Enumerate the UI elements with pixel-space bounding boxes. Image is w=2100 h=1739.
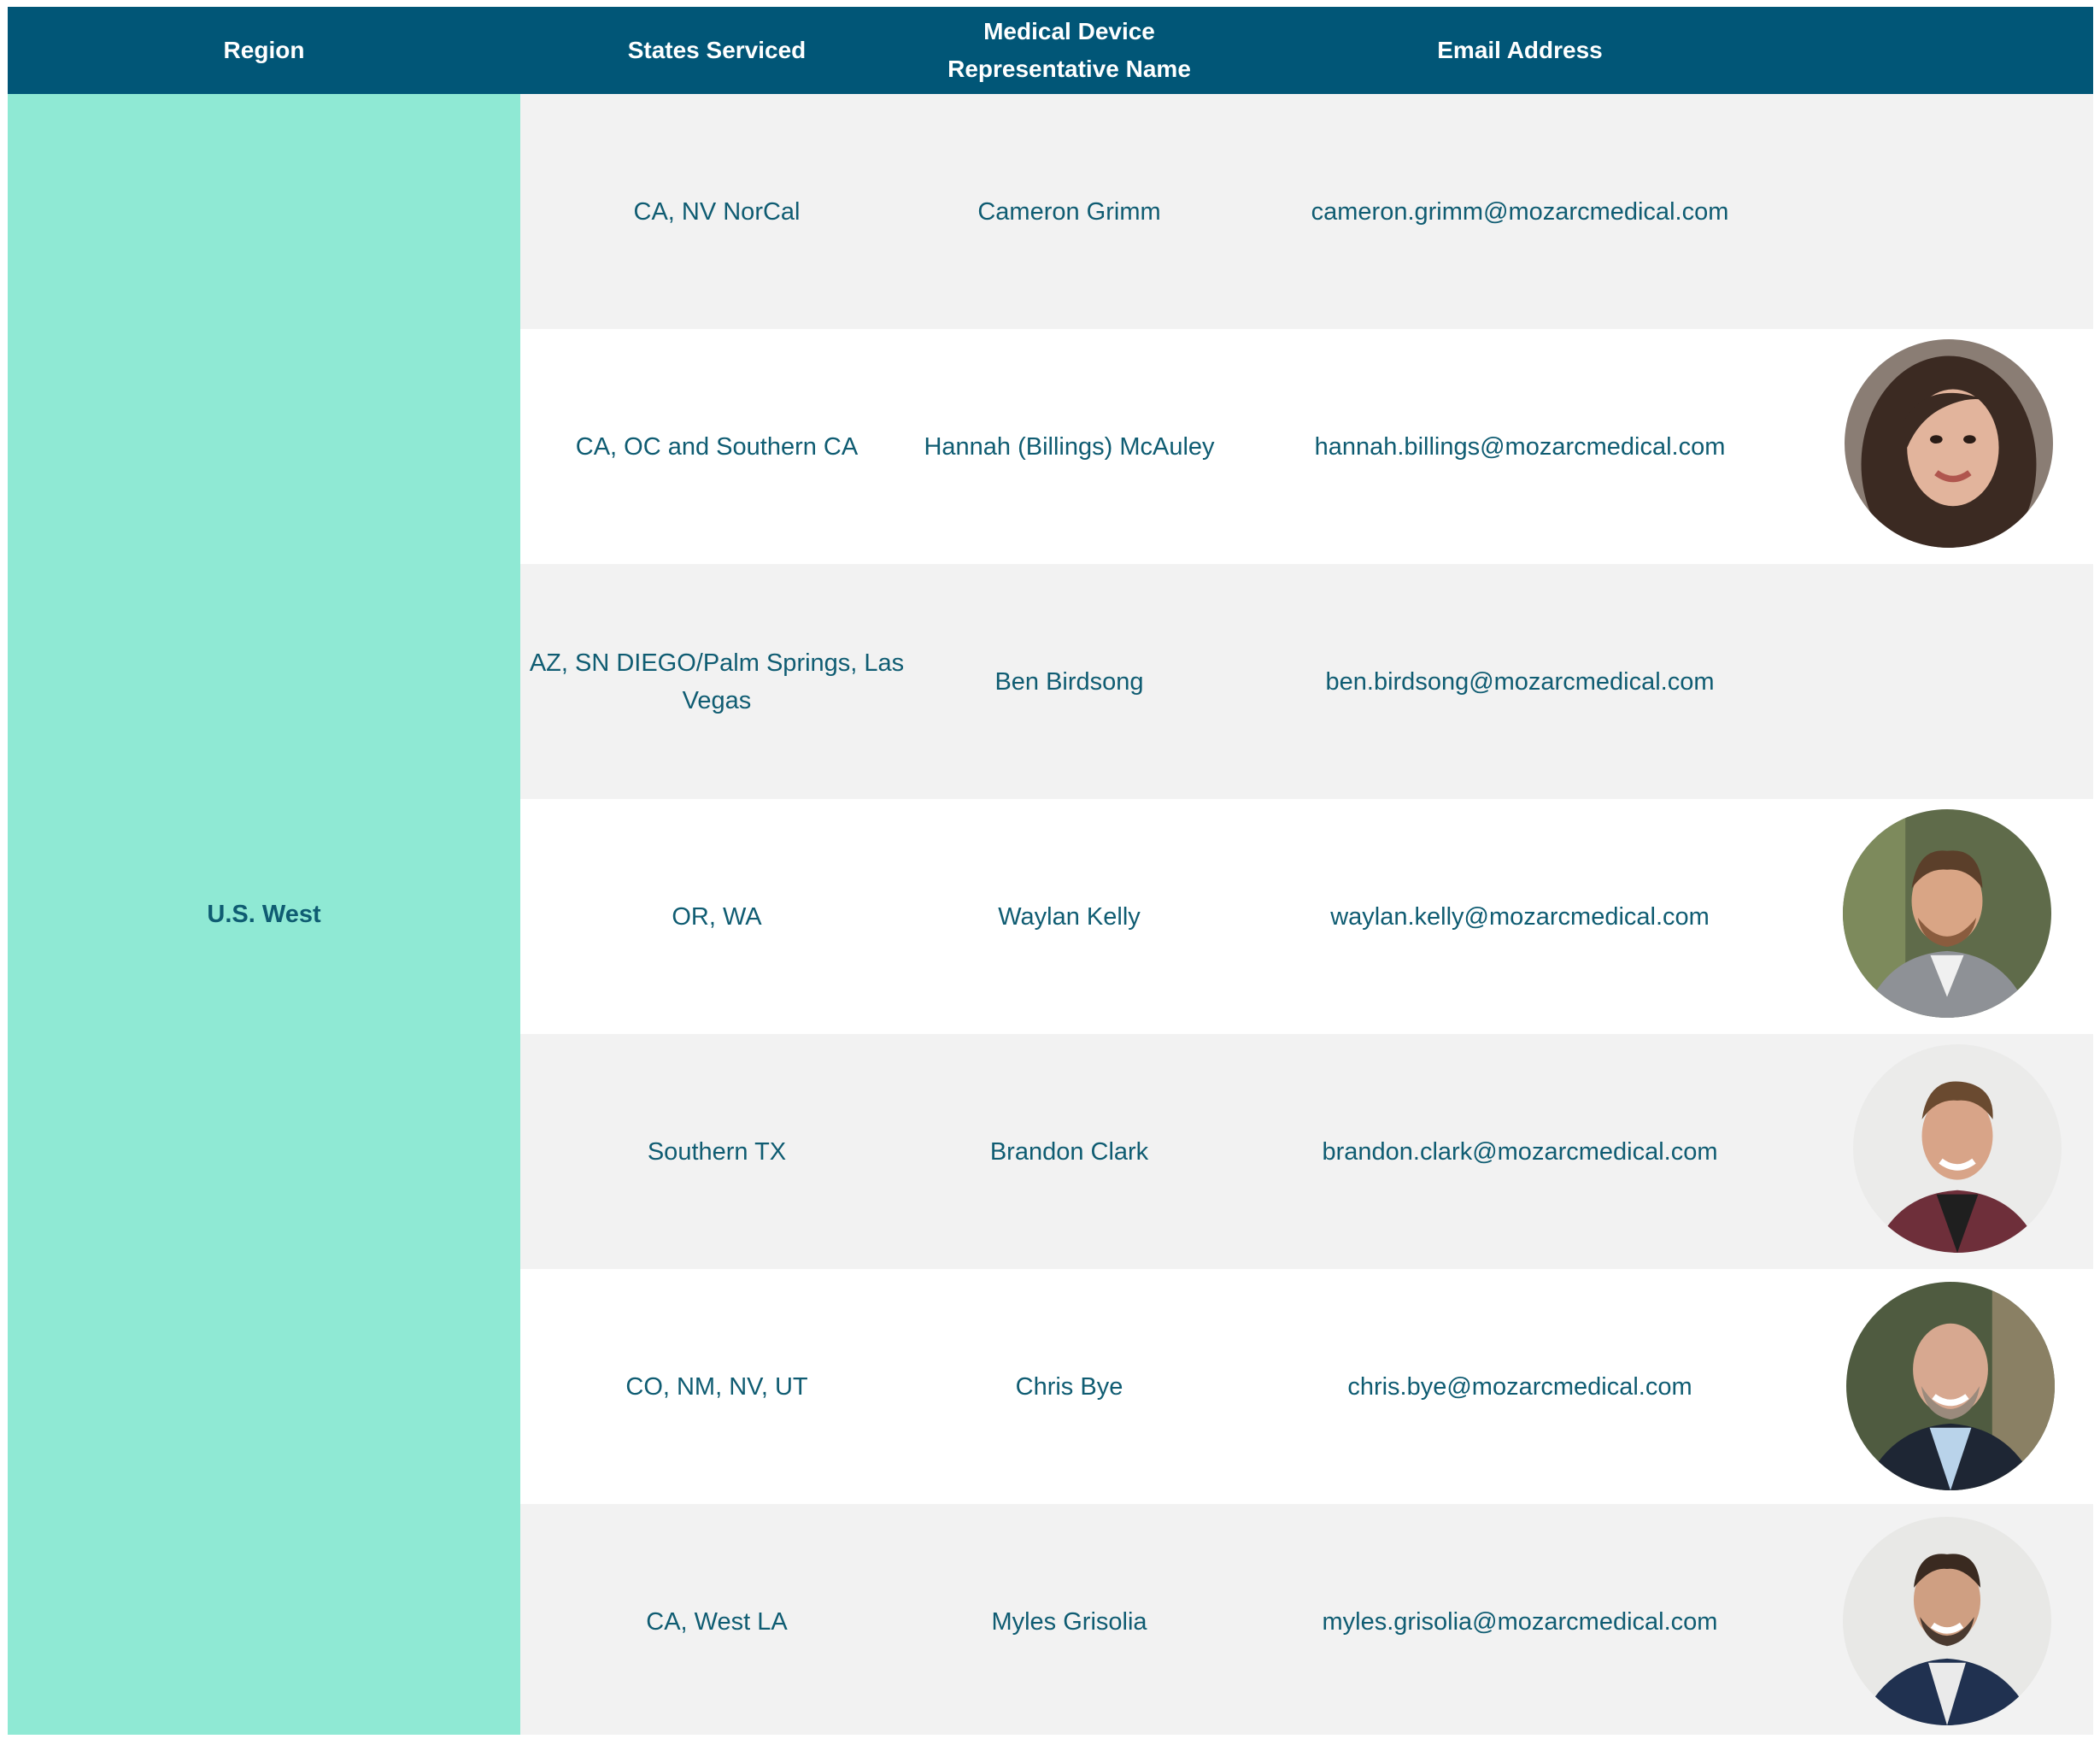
- states-cell: CA, West LA: [646, 1607, 788, 1636]
- avatar: [1843, 1517, 2051, 1725]
- region-cell: U.S. West: [8, 94, 520, 1735]
- states-cell: Southern TX: [647, 1137, 787, 1166]
- rep-name-cell: Hannah (Billings) McAuley: [924, 432, 1215, 461]
- states-cell: CO, NM, NV, UT: [625, 1372, 808, 1401]
- table-row: Southern TX Brandon Clark brandon.clark@…: [520, 1034, 2093, 1269]
- header-email: Email Address: [1437, 37, 1603, 63]
- rep-name-cell: Waylan Kelly: [998, 902, 1141, 931]
- header-states-serviced: States Serviced: [627, 37, 807, 63]
- states-cell: OR, WA: [672, 902, 762, 931]
- rep-name-cell: Chris Bye: [1015, 1372, 1123, 1401]
- table-row: OR, WA Waylan Kelly waylan.kelly@mozarcm…: [520, 799, 2093, 1034]
- email-cell[interactable]: chris.bye@mozarcmedical.com: [1225, 1269, 1815, 1504]
- rep-name-cell: Ben Birdsong: [994, 667, 1144, 696]
- table-row: CO, NM, NV, UT Chris Bye chris.bye@mozar…: [520, 1269, 2093, 1504]
- email-cell[interactable]: hannah.billings@mozarcmedical.com: [1225, 329, 1815, 564]
- rep-name-cell: Myles Grisolia: [991, 1607, 1147, 1636]
- avatar: [1843, 809, 2051, 1018]
- header-region: Region: [223, 37, 305, 63]
- table-row: CA, OC and Southern CA Hannah (Billings)…: [520, 329, 2093, 564]
- header-rep-line2: Representative Name: [947, 56, 1191, 82]
- email-cell[interactable]: myles.grisolia@mozarcmedical.com: [1225, 1504, 1815, 1739]
- email-cell[interactable]: ben.birdsong@mozarcmedical.com: [1225, 564, 1815, 799]
- rep-directory-page: Region States Serviced Medical Device Re…: [0, 0, 2100, 1735]
- states-cell: CA, OC and Southern CA: [575, 432, 859, 461]
- states-cell: CA, NV NorCal: [633, 197, 801, 226]
- table-row: CA, NV NorCal Cameron Grimm cameron.grim…: [520, 94, 2093, 329]
- avatar: [1853, 1044, 2062, 1253]
- email-cell[interactable]: waylan.kelly@mozarcmedical.com: [1225, 799, 1815, 1034]
- rep-name-cell: Brandon Clark: [989, 1137, 1149, 1166]
- email-cell[interactable]: cameron.grimm@mozarcmedical.com: [1225, 94, 1815, 329]
- email-cell[interactable]: brandon.clark@mozarcmedical.com: [1225, 1034, 1815, 1269]
- header-rep-line1: Medical Device: [983, 18, 1155, 44]
- rep-name-cell: Cameron Grimm: [977, 197, 1161, 226]
- states-cell: AZ, SN DIEGO/Palm Springs, Las Vegas: [529, 649, 905, 714]
- header-rep-name: Medical Device Representative Name: [913, 7, 1225, 94]
- table-row: AZ, SN DIEGO/Palm Springs, Las Vegas Ben…: [520, 564, 2093, 799]
- table-header: Region States Serviced Medical Device Re…: [8, 7, 2093, 94]
- avatar: [1846, 1282, 2055, 1490]
- table-row: CA, West LA Myles Grisolia myles.grisoli…: [520, 1504, 2093, 1735]
- avatar: [1845, 339, 2053, 548]
